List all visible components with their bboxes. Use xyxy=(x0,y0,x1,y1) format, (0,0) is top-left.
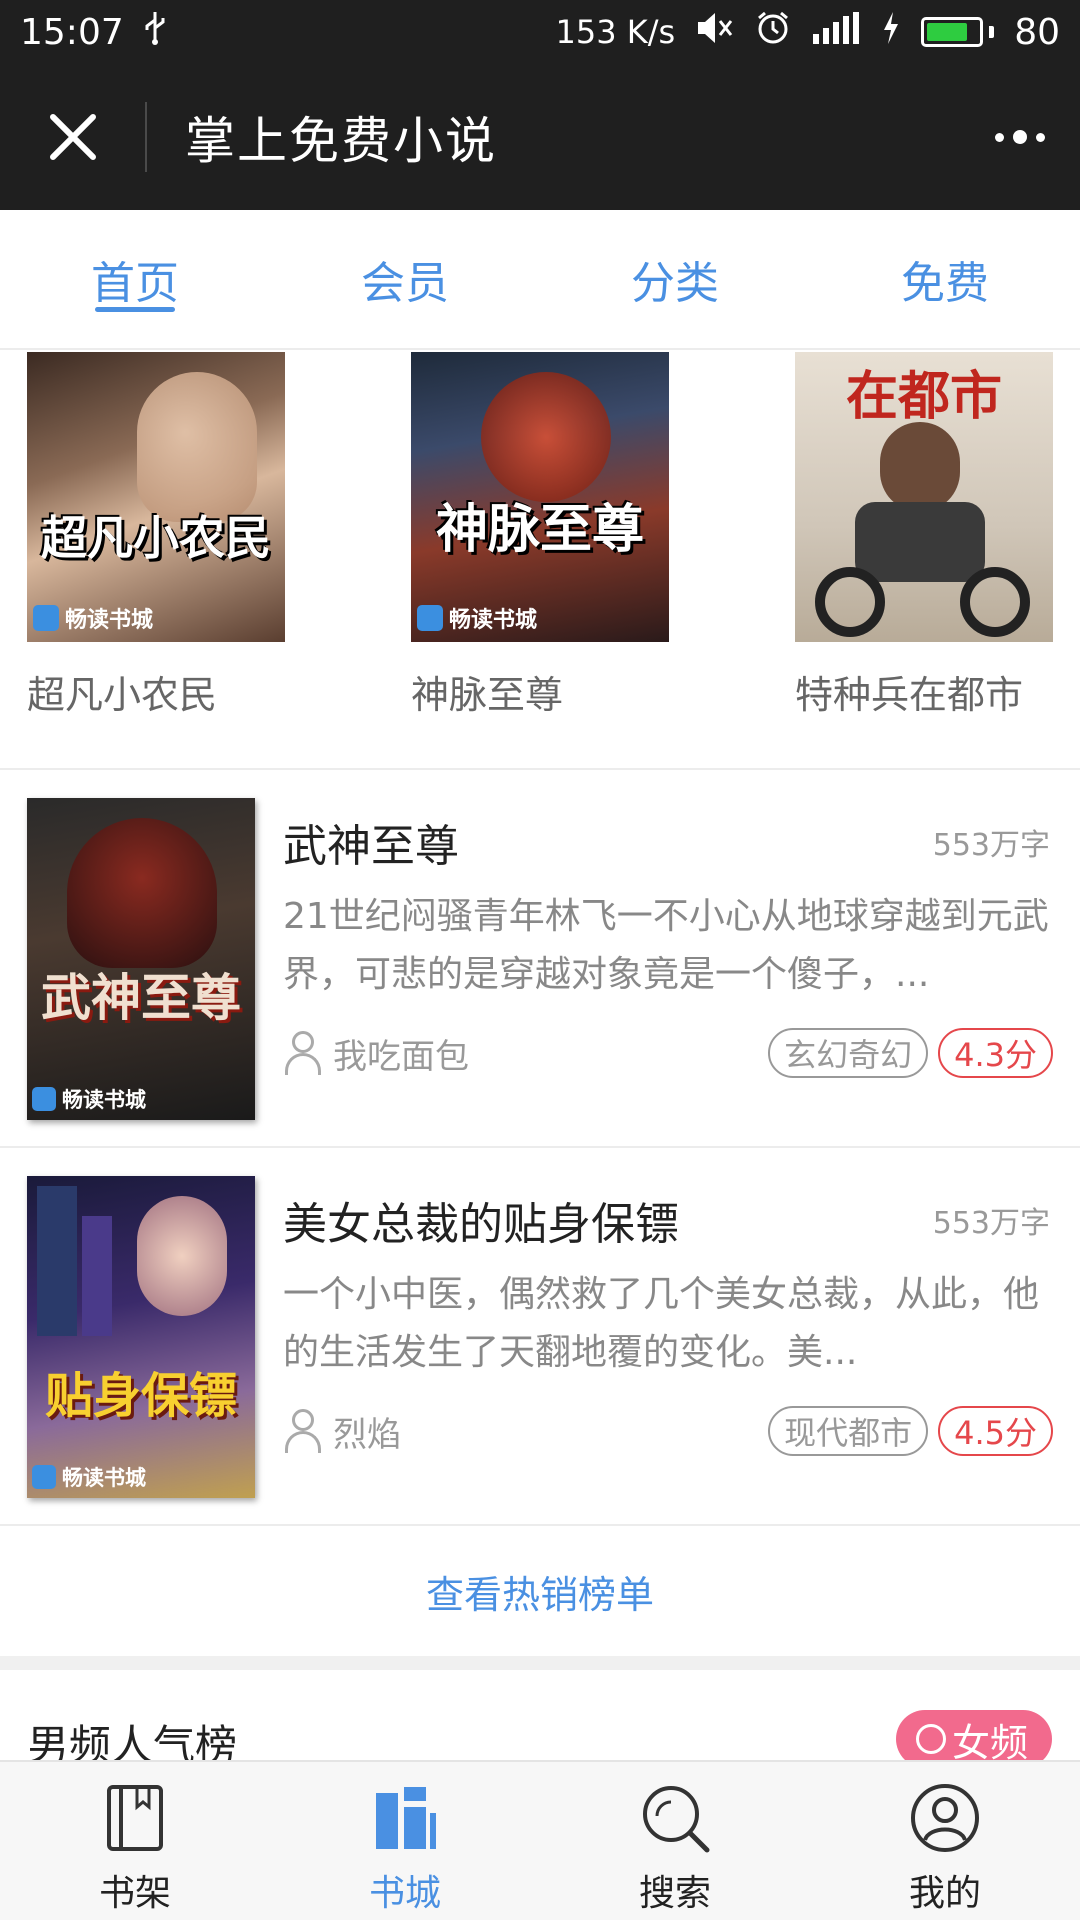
book-meta: 我吃面包 玄幻奇幻 4.3分 xyxy=(283,1026,1053,1080)
badge-text: 畅读书城 xyxy=(62,1466,146,1490)
badge-text: 畅读书城 xyxy=(62,1088,146,1112)
search-icon xyxy=(635,1780,715,1856)
section-separator xyxy=(0,1656,1080,1670)
book-description: 一个小中医，偶然救了几个美女总裁，从此，他的生活发生了天翻地覆的变化。美... xyxy=(283,1274,1040,1373)
featured-book-name: 特种兵在都市 xyxy=(795,673,1024,717)
more-icon-dot xyxy=(1036,132,1045,142)
book-title: 美女总裁的贴身保镖 xyxy=(283,1199,679,1250)
ranking-header: 男频人气榜 女频 xyxy=(0,1670,1080,1770)
nav-label: 书架 xyxy=(98,1873,171,1914)
title-divider xyxy=(145,102,147,172)
word-count: 553万字 xyxy=(932,828,1050,863)
tab-category[interactable]: 分类 xyxy=(540,210,810,348)
nav-profile[interactable]: 我的 xyxy=(810,1762,1080,1920)
cover-badge: 畅读书城 xyxy=(417,602,537,634)
page-title: 掌上免费小说 xyxy=(185,112,497,170)
badge-text: 畅读书城 xyxy=(65,608,154,633)
status-bar: 15:07 153 K/s 80 xyxy=(0,0,1080,64)
nav-label: 我的 xyxy=(908,1873,981,1914)
featured-book[interactable]: 超凡小农民 畅读书城 超凡小农民 xyxy=(27,352,285,719)
score-badge: 4.3分 xyxy=(938,1028,1053,1078)
book-cover: 超凡小农民 畅读书城 xyxy=(27,352,285,642)
score-badge: 4.5分 xyxy=(938,1406,1053,1456)
book-list-item[interactable]: 贴身保镖 畅读书城 美女总裁的贴身保镖 553万字 一个小中医，偶然救了几个美女… xyxy=(0,1148,1080,1526)
usb-icon xyxy=(142,10,168,55)
net-speed: 153 K/s xyxy=(555,13,676,51)
charging-icon xyxy=(881,10,901,55)
author-icon xyxy=(283,1409,323,1453)
book-list-item[interactable]: 武神至尊 畅读书城 武神至尊 553万字 21世纪闷骚青年林飞一不小心从地球穿越… xyxy=(0,770,1080,1148)
battery-icon xyxy=(921,17,995,47)
book-cover: 贴身保镖 畅读书城 xyxy=(27,1176,255,1498)
author-name: 我吃面包 xyxy=(333,1036,469,1077)
switch-icon xyxy=(915,1724,946,1754)
view-hot-list-link[interactable]: 查看热销榜单 xyxy=(0,1526,1080,1656)
nav-label: 书城 xyxy=(368,1873,441,1914)
more-icon xyxy=(995,132,1004,142)
bottom-nav: 书架 书城 搜索 我的 xyxy=(0,1760,1080,1920)
cover-title: 神脉至尊 xyxy=(435,500,644,560)
nav-label: 搜索 xyxy=(638,1873,711,1914)
top-tabs: 首页 会员 分类 免费 xyxy=(0,210,1080,350)
cover-title: 武神至尊 xyxy=(41,969,241,1027)
more-button[interactable] xyxy=(960,64,1080,210)
book-cover: 神脉至尊 畅读书城 xyxy=(411,352,669,642)
book-cover: 武神至尊 畅读书城 xyxy=(27,798,255,1120)
book-title: 武神至尊 xyxy=(283,821,459,872)
featured-book-name: 神脉至尊 xyxy=(411,673,564,717)
bookshelf-icon xyxy=(95,1780,175,1856)
cover-badge: 畅读书城 xyxy=(32,1462,146,1492)
book-description: 21世纪闷骚青年林飞一不小心从地球穿越到元武界，可悲的是穿越对象竟是一个傻子，.… xyxy=(283,896,1049,995)
genre-tag[interactable]: 现代都市 xyxy=(768,1406,929,1456)
book-cover: 在都市 xyxy=(795,352,1053,642)
genre-tag[interactable]: 玄幻奇幻 xyxy=(768,1028,929,1078)
featured-carousel: 超凡小农民 畅读书城 超凡小农民 神脉至尊 畅读书城 神脉至尊 在都市 特种兵在… xyxy=(0,350,1080,768)
profile-icon xyxy=(905,1780,985,1856)
cover-title: 贴身保镖 xyxy=(44,1368,237,1424)
featured-book[interactable]: 在都市 特种兵在都市 xyxy=(795,352,1053,719)
tab-free[interactable]: 免费 xyxy=(810,210,1080,348)
word-count: 553万字 xyxy=(932,1206,1050,1241)
badge-text: 畅读书城 xyxy=(449,608,538,633)
cover-badge: 畅读书城 xyxy=(32,1084,146,1114)
cover-title: 在都市 xyxy=(845,367,1002,427)
tab-vip[interactable]: 会员 xyxy=(270,210,540,348)
status-time: 15:07 xyxy=(20,11,124,53)
book-meta: 烈焰 现代都市 4.5分 xyxy=(283,1404,1053,1458)
switch-label: 女频 xyxy=(951,1720,1028,1765)
close-icon xyxy=(49,114,96,160)
nav-search[interactable]: 搜索 xyxy=(540,1762,810,1920)
featured-book-name: 超凡小农民 xyxy=(27,673,218,717)
more-icon-dot xyxy=(1013,130,1027,144)
mute-icon xyxy=(695,10,735,55)
nav-bookstore[interactable]: 书城 xyxy=(270,1762,540,1920)
bookstore-icon xyxy=(365,1780,445,1856)
title-bar: 掌上免费小说 xyxy=(0,64,1080,210)
signal-icon xyxy=(811,10,861,55)
author-name: 烈焰 xyxy=(333,1414,401,1455)
author-icon xyxy=(283,1031,323,1075)
battery-level: 80 xyxy=(1014,11,1060,53)
cover-title: 超凡小农民 xyxy=(41,511,271,565)
cover-badge: 畅读书城 xyxy=(33,602,153,634)
featured-book[interactable]: 神脉至尊 畅读书城 神脉至尊 xyxy=(411,352,669,719)
tab-home[interactable]: 首页 xyxy=(0,210,270,348)
alarm-icon xyxy=(755,10,791,55)
nav-bookshelf[interactable]: 书架 xyxy=(0,1762,270,1920)
close-button[interactable] xyxy=(0,64,145,210)
